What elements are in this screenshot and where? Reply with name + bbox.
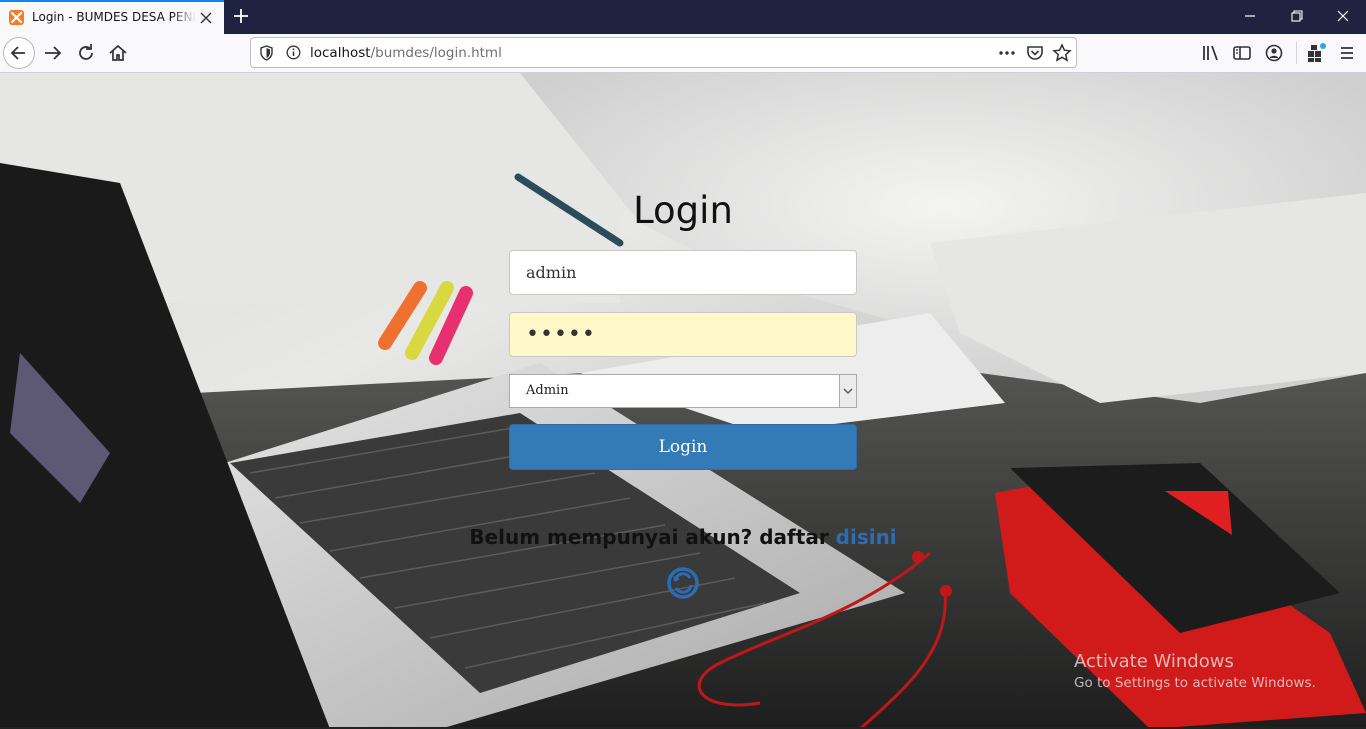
watermark-title: Activate Windows [1074, 651, 1234, 672]
back-arrow-icon [10, 46, 25, 60]
username-input[interactable]: admin [509, 250, 857, 295]
register-link[interactable]: disini [836, 525, 897, 549]
forward-icon[interactable] [42, 42, 64, 64]
back-button[interactable] [3, 37, 35, 69]
browser-titlebar: Login - BUMDES DESA PENDEM [0, 0, 1366, 34]
tracking-shield-icon[interactable] [259, 45, 274, 61]
password-input[interactable]: ••••• [509, 312, 857, 357]
extensions-icon[interactable] [1305, 42, 1327, 64]
register-prompt-text: Belum mempunyai akun? daftar [469, 525, 836, 549]
url-text[interactable]: localhost/bumdes/login.html [310, 45, 502, 61]
watermark-subtitle: Go to Settings to activate Windows. [1074, 675, 1316, 691]
restore-icon[interactable] [1289, 8, 1305, 24]
chevron-down-icon [843, 388, 853, 394]
dropdown-button[interactable] [839, 375, 856, 407]
url-path: /bumdes/login.html [370, 45, 502, 61]
register-prompt: Belum mempunyai akun? daftar disini [400, 525, 966, 549]
login-heading: Login [633, 189, 733, 232]
login-button[interactable]: Login [509, 424, 857, 470]
bookmark-star-icon[interactable] [1052, 43, 1072, 63]
info-icon[interactable] [286, 45, 301, 60]
new-tab-icon[interactable] [232, 7, 250, 25]
account-icon[interactable] [1263, 42, 1285, 64]
minimize-icon[interactable] [1242, 8, 1258, 24]
address-bar[interactable]: localhost/bumdes/login.html [250, 37, 1077, 68]
home-icon[interactable] [107, 42, 129, 64]
library-icon[interactable] [1200, 42, 1222, 64]
refresh-circle-icon[interactable] [665, 565, 701, 601]
reload-icon[interactable] [75, 42, 97, 64]
browser-navbar: localhost/bumdes/login.html [0, 34, 1366, 73]
pocket-icon[interactable] [1026, 44, 1044, 62]
toolbar-separator [1296, 42, 1297, 64]
role-select-value: Admin [526, 383, 569, 398]
close-tab-icon[interactable] [199, 11, 213, 25]
page-viewport: Login admin ••••• Admin Login Belum memp… [0, 73, 1366, 729]
role-select[interactable]: Admin [509, 374, 857, 408]
browser-tab[interactable]: Login - BUMDES DESA PENDEM [0, 0, 224, 34]
close-window-icon[interactable] [1335, 8, 1351, 24]
windows-activation-watermark: Activate Windows Go to Settings to activ… [1074, 651, 1316, 691]
xampp-favicon-icon [9, 10, 24, 25]
menu-icon[interactable] [1336, 42, 1358, 64]
sidebar-icon[interactable] [1231, 42, 1253, 64]
url-host: localhost [310, 45, 371, 61]
page-actions-icon[interactable] [997, 46, 1017, 60]
tab-title: Login - BUMDES DESA PENDEM [32, 10, 196, 24]
